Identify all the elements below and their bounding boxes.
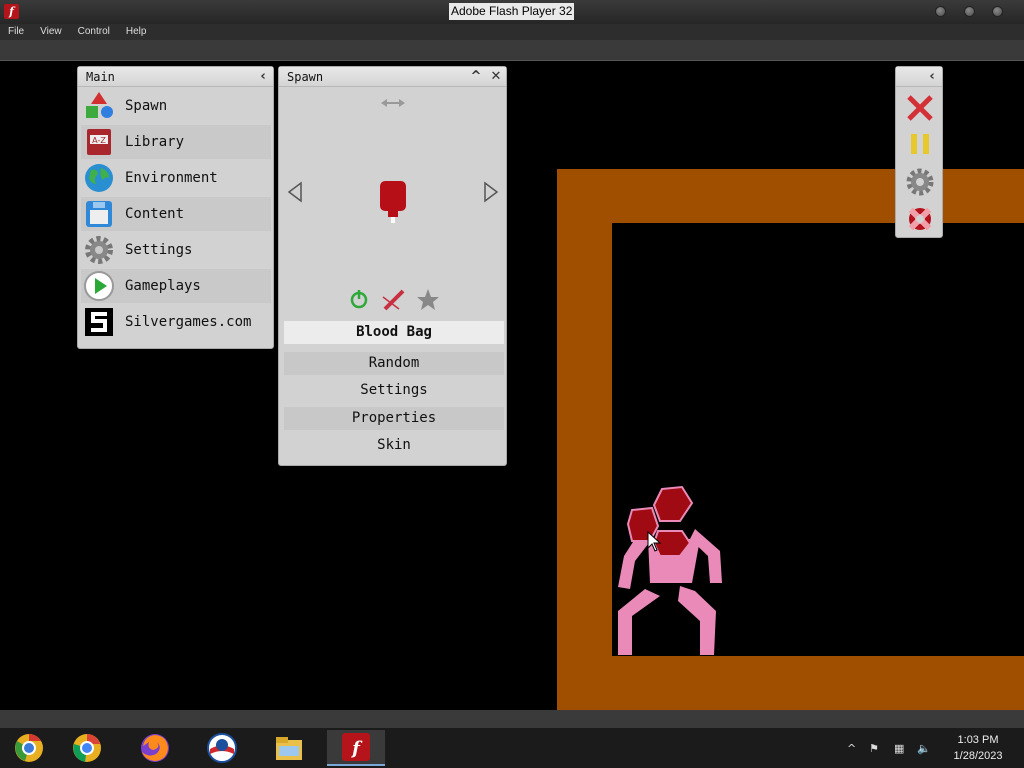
main-item-label: Spawn [125,98,168,114]
book-icon: A-Z [81,126,117,158]
menu-bar: File View Control Help [0,24,1024,40]
main-item-label: Silvergames.com [125,314,252,330]
taskbar-chrome-icon[interactable] [58,730,116,766]
clock-date: 1/28/2023 [953,750,1003,762]
prev-item-arrow-icon[interactable] [287,181,302,203]
toolbar-strip [0,40,1024,61]
main-item-label: Settings [125,242,193,258]
action-center-flag-icon[interactable]: ⚑ [869,742,879,755]
main-item-content[interactable]: Content [81,197,271,231]
flash-app-icon: f [4,4,19,19]
right-toolbar-header: ‹ [896,67,942,87]
globe-icon [81,162,117,194]
blood-bag-left [626,506,660,542]
main-item-label: Content [125,206,185,222]
spawn-panel-title: Spawn [287,70,324,84]
spawn-panel-header: Spawn ^ ✕ [279,67,506,87]
tray-expand-icon[interactable]: ^ [847,742,856,755]
status-strip [0,710,1024,728]
lifebuoy-icon[interactable] [908,207,932,231]
silvergames-logo-icon [81,306,117,338]
taskbar-firefox-icon[interactable] [126,730,184,766]
power-toggle-icon[interactable] [350,290,368,309]
knife-icon[interactable] [382,289,405,311]
clock-time: 1:03 PM [957,734,999,746]
shapes-icon [81,90,117,122]
skin-button[interactable]: Skin [284,434,504,457]
floppy-icon [81,198,117,230]
main-item-silvergames[interactable]: Silvergames.com [81,305,271,339]
spawn-panel: Spawn ^ ✕ Blood Bag Random Settings Prop… [278,66,507,466]
spawn-settings-button[interactable]: Settings [284,379,504,402]
main-panel-title: Main [86,70,115,84]
main-panel-header: Main ‹ [78,67,273,87]
toolbar-icons [906,95,934,231]
main-item-environment[interactable]: Environment [81,161,271,195]
maximize-button[interactable] [964,6,975,17]
favorite-star-icon[interactable] [417,289,439,310]
main-item-label: Gameplays [125,278,201,294]
close-window-button[interactable] [992,6,1003,17]
menu-file[interactable]: File [0,24,32,40]
arena-interior [612,223,1024,656]
window-titlebar: f Adobe Flash Player 32 [0,0,1024,24]
close-icon[interactable]: ✕ [488,69,504,85]
chevron-up-icon[interactable]: ^ [468,69,484,85]
play-icon [81,270,117,302]
system-clock[interactable]: 1:03 PM 1/28/2023 [943,732,1013,764]
volume-icon[interactable]: 🔈 [917,742,931,755]
gear-icon[interactable] [906,168,934,196]
network-icon[interactable]: ▦ [894,742,904,755]
main-panel: Main ‹ Spawn A-Z Library Environment Con… [77,66,274,349]
collapse-chevron-icon[interactable]: ‹ [255,69,271,85]
main-item-library[interactable]: A-Z Library [81,125,271,159]
right-toolbar: ‹ [895,66,943,238]
menu-help[interactable]: Help [118,24,155,40]
taskbar: f ^ ⚑ ▦ 🔈 1:03 PM 1/28/2023 [0,728,1024,768]
taskbar-chrome-legacy-icon[interactable] [0,730,58,766]
window-title: Adobe Flash Player 32 [449,3,575,20]
next-item-arrow-icon[interactable] [484,181,499,203]
blood-bag-preview-icon [380,181,406,223]
main-item-spawn[interactable]: Spawn [81,89,271,123]
main-item-settings[interactable]: Settings [81,233,271,267]
taskbar-file-explorer-icon[interactable] [260,730,318,766]
selected-item-label: Blood Bag [284,321,504,344]
game-canvas[interactable]: Main ‹ Spawn A-Z Library Environment Con… [0,61,1024,710]
taskbar-flash-player-icon[interactable]: f [327,730,385,766]
clear-x-icon[interactable] [907,95,933,121]
menu-view[interactable]: View [32,24,70,40]
main-item-label: Library [125,134,185,150]
resize-arrows-icon[interactable] [381,99,405,107]
minimize-button[interactable] [935,6,946,17]
main-item-label: Environment [125,170,218,186]
taskbar-obama-app-icon[interactable] [193,730,251,766]
spawn-preview [287,99,499,311]
main-item-gameplays[interactable]: Gameplays [81,269,271,303]
properties-button[interactable]: Properties [284,407,504,430]
svg-text:A-Z: A-Z [92,136,106,145]
menu-control[interactable]: Control [70,24,118,40]
collapse-chevron-icon[interactable]: ‹ [924,69,940,85]
pause-icon[interactable] [911,134,929,154]
gear-icon [81,234,117,266]
random-button[interactable]: Random [284,352,504,375]
